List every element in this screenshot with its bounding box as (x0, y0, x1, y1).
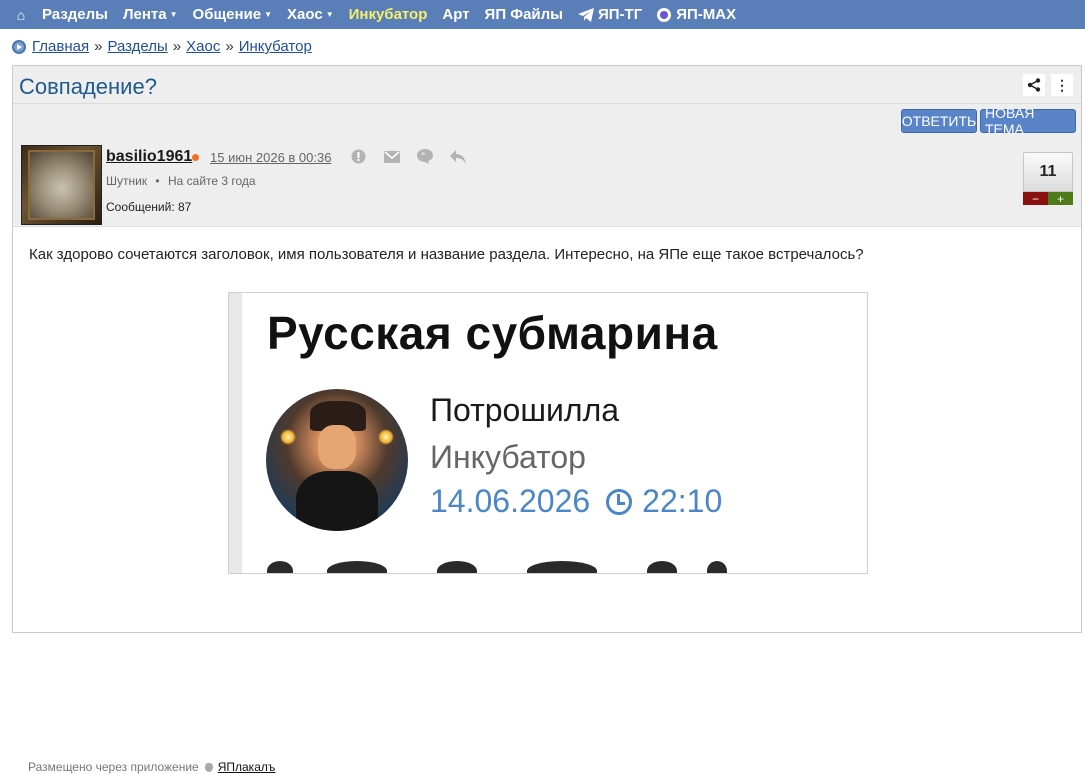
nav-item-sections[interactable]: Разделы (42, 6, 108, 23)
breadcrumb-separator: » (225, 38, 234, 55)
quote-icon[interactable]: " (416, 148, 433, 165)
page-title: Совпадение? (19, 74, 157, 99)
reply-arrow-icon[interactable] (449, 148, 466, 165)
post-text: Как здорово сочетаются заголовок, имя по… (29, 246, 864, 263)
play-circle-icon (12, 39, 26, 54)
breadcrumb: Главная » Разделы » Хаос » Инкубатор (12, 38, 312, 55)
rating-plus-button[interactable]: + (1048, 192, 1073, 205)
topic-header: Совпадение? ⋮ (13, 66, 1081, 104)
caret-down-icon: ▼ (325, 10, 334, 19)
online-status-icon (192, 154, 199, 161)
image-avatar (266, 389, 408, 531)
max-icon (657, 7, 672, 22)
telegram-icon (577, 7, 594, 22)
post-tools: " (350, 148, 466, 165)
user-membership: На сайте 3 года (167, 174, 256, 188)
clock-icon (606, 488, 633, 515)
post-username[interactable]: basilio1961 (106, 148, 192, 166)
more-options-button[interactable]: ⋮ (1051, 74, 1073, 96)
image-username: Потрошилла (430, 392, 620, 428)
avatar[interactable] (21, 145, 102, 225)
image-date: 14.06.2026 (430, 483, 591, 519)
image-datetime: 14.06.2026 22:10 (430, 483, 722, 520)
svg-text:": " (421, 152, 425, 162)
image-cut-text (267, 561, 727, 573)
nav-item-communication[interactable]: Общение ▼ (193, 6, 272, 23)
share-button[interactable] (1023, 74, 1045, 96)
message-icon[interactable] (383, 148, 400, 165)
footer-app-link[interactable]: ЯПлакалъ (218, 760, 276, 774)
footer-prefix: Размещено через приложение (28, 760, 199, 774)
post-author-bar: basilio1961 15 июн 2026 в 00:36 " Шутник… (13, 139, 1081, 227)
top-navigation: ⌂ Разделы Лента ▼ Общение ▼ Хаос ▼ Инкубато… (0, 0, 1085, 29)
image-title: Русская субмарина (267, 307, 718, 359)
image-time: 22:10 (642, 483, 723, 519)
post-image[interactable]: Русская субмарина Потрошилла Инкубатор 1… (228, 292, 868, 574)
rating-value: 11 (1023, 152, 1073, 192)
home-icon[interactable]: ⌂ (10, 7, 32, 23)
rating-minus-button[interactable]: − (1023, 192, 1048, 205)
breadcrumb-separator: » (94, 38, 103, 55)
post-footer-note: Размещено через приложение ЯПлакалъ (28, 760, 275, 774)
post-date[interactable]: 15 июн 2026 в 00:36 (210, 150, 331, 165)
report-icon[interactable] (350, 148, 367, 165)
reply-button[interactable]: ОТВЕТИТЬ (901, 109, 977, 133)
nav-item-telegram[interactable]: ЯП-ТГ (577, 6, 642, 23)
nav-item-incubator[interactable]: Инкубатор (349, 6, 428, 23)
nav-item-chaos[interactable]: Хаос ▼ (287, 6, 334, 23)
caret-down-icon: ▼ (264, 10, 273, 19)
breadcrumb-chaos[interactable]: Хаос (186, 38, 220, 55)
nav-item-files[interactable]: ЯП Файлы (485, 6, 563, 23)
post-rating: 11 − + (1023, 152, 1073, 206)
new-topic-button[interactable]: НОВАЯ ТЕМА (980, 105, 1076, 137)
breadcrumb-separator: » (172, 38, 182, 55)
breadcrumb-sections[interactable]: Разделы (107, 38, 167, 55)
nav-item-max[interactable]: ЯП-МАХ (657, 6, 736, 23)
share-icon (1027, 78, 1041, 92)
kebab-menu-icon: ⋮ (1055, 76, 1069, 93)
breadcrumb-incubator[interactable]: Инкубатор (239, 38, 312, 55)
caret-down-icon: ▼ (169, 10, 178, 19)
user-rank-line: Шутник • На сайте 3 года (106, 174, 256, 188)
breadcrumb-home[interactable]: Главная (32, 38, 89, 55)
image-section: Инкубатор (430, 439, 586, 475)
apple-icon (204, 762, 213, 772)
topic-actions: ОТВЕТИТЬ НОВАЯ ТЕМА (13, 104, 1081, 139)
user-message-count: Сообщений: 87 (106, 200, 192, 214)
nav-item-art[interactable]: Арт (442, 6, 469, 23)
topic-container: Совпадение? ⋮ ОТВЕТИТЬ НОВАЯ ТЕМА basili… (12, 65, 1082, 774)
rank-separator: • (155, 174, 160, 188)
nav-item-feed[interactable]: Лента ▼ (123, 6, 178, 23)
user-rank: Шутник (106, 174, 148, 188)
